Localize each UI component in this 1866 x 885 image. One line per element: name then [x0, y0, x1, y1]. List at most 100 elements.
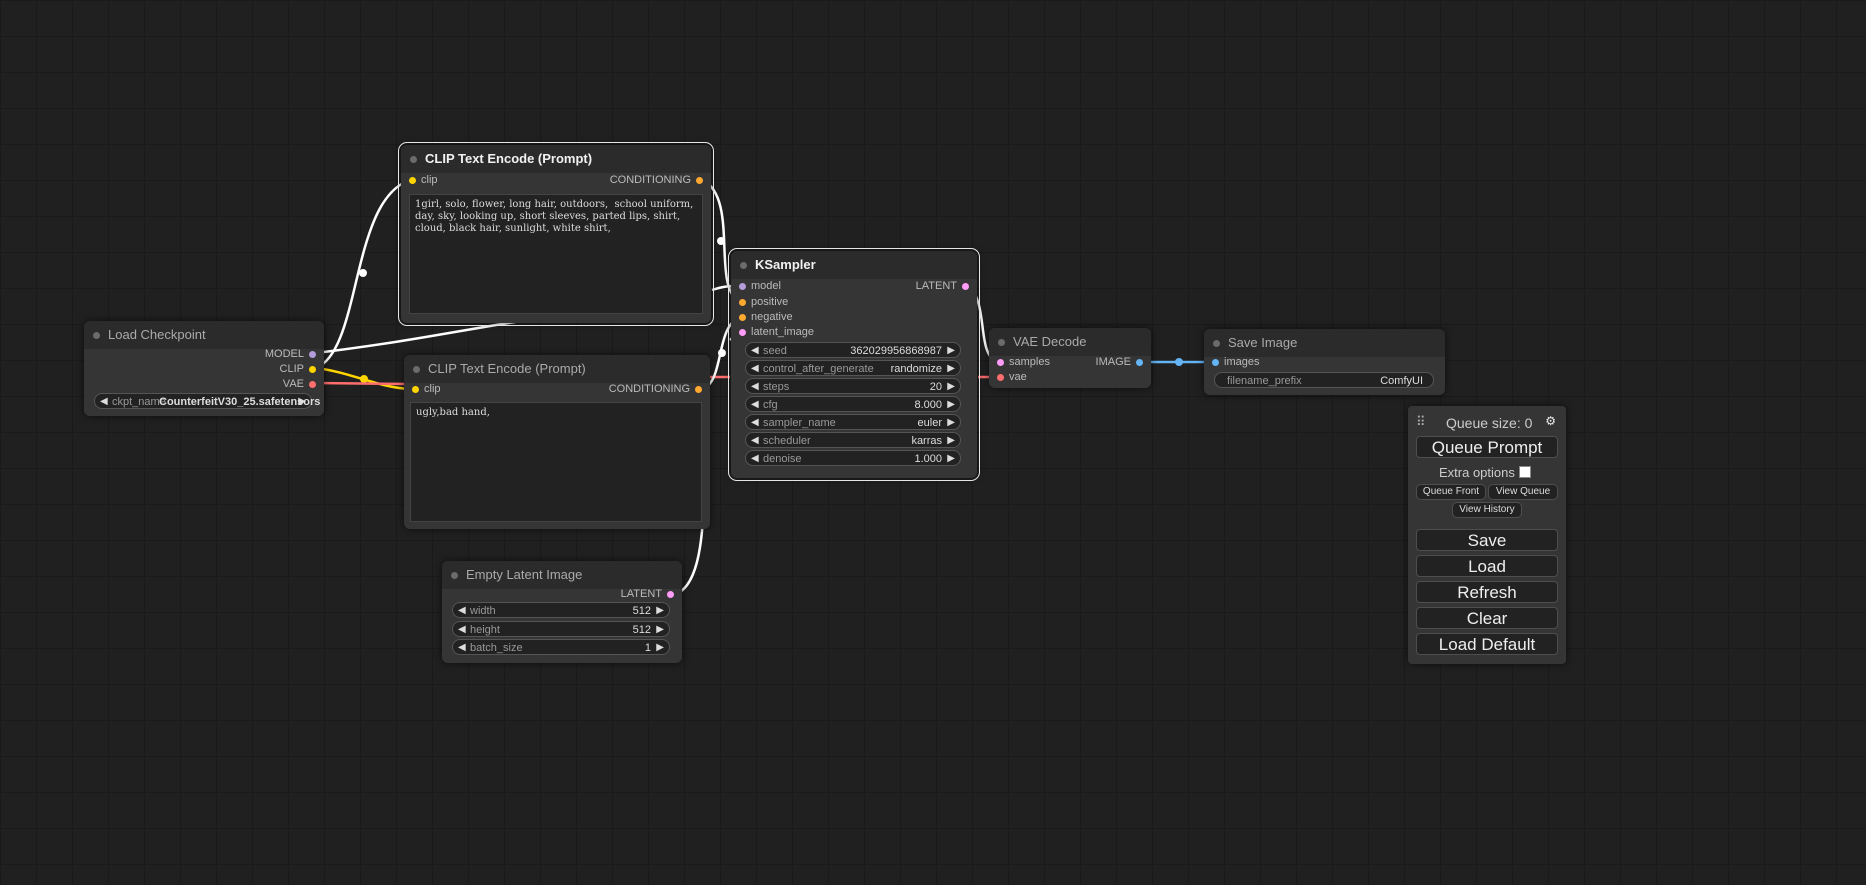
- queue-prompt-button[interactable]: Queue Prompt: [1416, 436, 1558, 458]
- socket-dot-icon[interactable]: [997, 374, 1004, 381]
- socket-dot-icon[interactable]: [309, 366, 316, 373]
- clip-text-encode-positive-node[interactable]: CLIP Text Encode (Prompt) clip CONDITION…: [398, 142, 714, 326]
- output-conditioning[interactable]: CONDITIONING: [609, 382, 702, 396]
- socket-dot-icon[interactable]: [309, 381, 316, 388]
- filename-prefix-input[interactable]: filename_prefix ComfyUI: [1214, 372, 1434, 388]
- vae-decode-node[interactable]: VAE Decode samples vae IMAGE: [989, 328, 1151, 388]
- refresh-button[interactable]: Refresh: [1416, 581, 1558, 603]
- collapse-dot-icon[interactable]: [413, 366, 420, 373]
- arrow-left-icon[interactable]: ◀: [458, 640, 466, 656]
- output-image[interactable]: IMAGE: [1096, 355, 1143, 369]
- socket-dot-icon[interactable]: [962, 283, 969, 290]
- control-after-generate-widget[interactable]: ◀ control_after_generate randomize ▶: [745, 360, 961, 376]
- node-title[interactable]: KSampler: [731, 251, 977, 279]
- ckpt-name-combo[interactable]: ◀ ckpt_name CounterfeitV30_25.safetensor…: [94, 393, 320, 410]
- batch-size-widget[interactable]: ◀ batch_size 1 ▶: [452, 639, 670, 655]
- socket-dot-icon[interactable]: [739, 283, 746, 290]
- socket-dot-icon[interactable]: [1212, 359, 1219, 366]
- height-widget[interactable]: ◀ height 512 ▶: [452, 621, 670, 637]
- prompt-textarea[interactable]: 1girl, solo, flower, long hair, outdoors…: [409, 194, 703, 314]
- node-title[interactable]: Load Checkpoint: [84, 321, 324, 349]
- socket-dot-icon[interactable]: [739, 314, 746, 321]
- node-title[interactable]: Empty Latent Image: [442, 561, 682, 589]
- arrow-right-icon[interactable]: ▶: [656, 622, 664, 638]
- socket-dot-icon[interactable]: [696, 177, 703, 184]
- clip-text-encode-negative-node[interactable]: CLIP Text Encode (Prompt) clip CONDITION…: [404, 355, 710, 529]
- socket-dot-icon[interactable]: [309, 351, 316, 358]
- arrow-right-icon[interactable]: ▶: [947, 361, 955, 377]
- steps-widget[interactable]: ◀ steps 20 ▶: [745, 378, 961, 394]
- input-negative[interactable]: negative: [739, 310, 793, 324]
- collapse-dot-icon[interactable]: [410, 156, 417, 163]
- output-vae[interactable]: VAE: [283, 377, 316, 391]
- empty-latent-image-node[interactable]: Empty Latent Image LATENT ◀ width 512 ▶ ◀ he…: [442, 561, 682, 663]
- extra-options[interactable]: Extra options: [1439, 465, 1531, 480]
- input-samples[interactable]: samples: [997, 355, 1050, 369]
- collapse-dot-icon[interactable]: [998, 339, 1005, 346]
- arrow-left-icon[interactable]: ◀: [751, 379, 759, 395]
- width-widget[interactable]: ◀ width 512 ▶: [452, 602, 670, 618]
- node-title[interactable]: CLIP Text Encode (Prompt): [401, 145, 711, 173]
- socket-dot-icon[interactable]: [667, 591, 674, 598]
- arrow-left-icon[interactable]: ◀: [458, 603, 466, 619]
- view-history-button[interactable]: View History: [1452, 502, 1522, 518]
- view-queue-button[interactable]: View Queue: [1488, 484, 1558, 500]
- socket-dot-icon[interactable]: [409, 177, 416, 184]
- collapse-dot-icon[interactable]: [93, 332, 100, 339]
- input-positive[interactable]: positive: [739, 295, 788, 309]
- ksampler-node[interactable]: KSampler model positive negative latent_…: [728, 248, 980, 481]
- arrow-right-icon[interactable]: ▶: [947, 451, 955, 467]
- scheduler-widget[interactable]: ◀ scheduler karras ▶: [745, 432, 961, 448]
- collapse-dot-icon[interactable]: [451, 572, 458, 579]
- load-default-button[interactable]: Load Default: [1416, 633, 1558, 655]
- output-conditioning[interactable]: CONDITIONING: [610, 173, 703, 187]
- load-button[interactable]: Load: [1416, 555, 1558, 577]
- collapse-dot-icon[interactable]: [1213, 340, 1220, 347]
- input-vae[interactable]: vae: [997, 370, 1027, 384]
- collapse-dot-icon[interactable]: [740, 262, 747, 269]
- save-button[interactable]: Save: [1416, 529, 1558, 551]
- arrow-left-icon[interactable]: ◀: [100, 394, 108, 410]
- socket-dot-icon[interactable]: [695, 386, 702, 393]
- socket-dot-icon[interactable]: [412, 386, 419, 393]
- gear-icon[interactable]: ⚙: [1545, 414, 1556, 428]
- arrow-right-icon[interactable]: ▶: [947, 379, 955, 395]
- sampler-name-widget[interactable]: ◀ sampler_name euler ▶: [745, 414, 961, 430]
- arrow-left-icon[interactable]: ◀: [751, 397, 759, 413]
- arrow-right-icon[interactable]: ▶: [656, 640, 664, 656]
- arrow-left-icon[interactable]: ◀: [751, 433, 759, 449]
- socket-dot-icon[interactable]: [997, 359, 1004, 366]
- load-checkpoint-node[interactable]: Load Checkpoint MODEL CLIP VAE ◀ ckpt_na…: [84, 321, 324, 416]
- socket-dot-icon[interactable]: [739, 299, 746, 306]
- arrow-right-icon[interactable]: ▶: [656, 603, 664, 619]
- socket-dot-icon[interactable]: [739, 329, 746, 336]
- arrow-right-icon[interactable]: ▶: [947, 397, 955, 413]
- arrow-right-icon[interactable]: ▶: [947, 433, 955, 449]
- input-model[interactable]: model: [739, 279, 781, 293]
- drag-handle-icon[interactable]: ⠿: [1416, 414, 1426, 430]
- input-clip[interactable]: clip: [409, 173, 438, 187]
- input-clip[interactable]: clip: [412, 382, 441, 396]
- arrow-left-icon[interactable]: ◀: [751, 415, 759, 431]
- arrow-right-icon[interactable]: ▶: [947, 415, 955, 431]
- node-title[interactable]: Save Image: [1204, 329, 1445, 357]
- output-latent[interactable]: LATENT: [621, 587, 674, 601]
- extra-options-checkbox[interactable]: [1518, 466, 1531, 478]
- input-latent-image[interactable]: latent_image: [739, 325, 814, 339]
- node-title[interactable]: CLIP Text Encode (Prompt): [404, 355, 710, 383]
- cfg-widget[interactable]: ◀ cfg 8.000 ▶: [745, 396, 961, 412]
- output-clip[interactable]: CLIP: [280, 362, 316, 376]
- denoise-widget[interactable]: ◀ denoise 1.000 ▶: [745, 450, 961, 466]
- socket-dot-icon[interactable]: [1136, 359, 1143, 366]
- queue-front-button[interactable]: Queue Front: [1416, 484, 1486, 500]
- arrow-left-icon[interactable]: ◀: [751, 451, 759, 467]
- prompt-textarea[interactable]: ugly,bad hand,: [410, 402, 702, 522]
- clear-button[interactable]: Clear: [1416, 607, 1558, 629]
- output-latent[interactable]: LATENT: [916, 279, 969, 293]
- seed-widget[interactable]: ◀ seed 362029956868987 ▶: [745, 342, 961, 358]
- arrow-left-icon[interactable]: ◀: [751, 343, 759, 359]
- arrow-left-icon[interactable]: ◀: [458, 622, 466, 638]
- node-title[interactable]: VAE Decode: [989, 328, 1151, 356]
- output-model[interactable]: MODEL: [265, 347, 316, 361]
- save-image-node[interactable]: Save Image images filename_prefix ComfyUI: [1204, 329, 1445, 395]
